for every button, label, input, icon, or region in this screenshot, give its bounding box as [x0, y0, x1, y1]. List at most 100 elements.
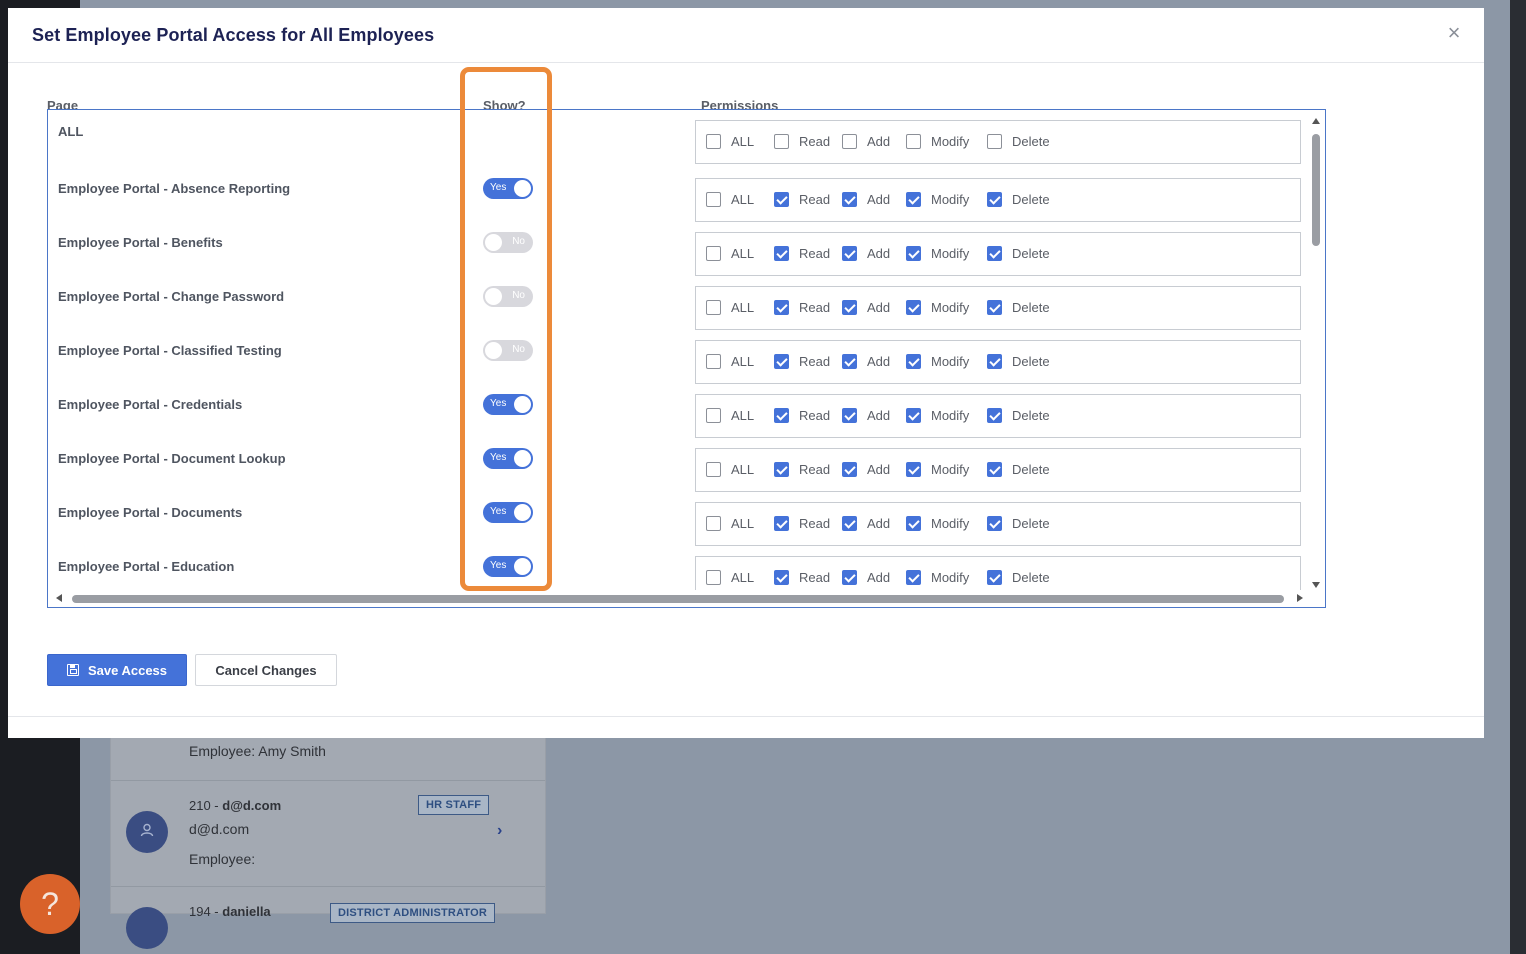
checkbox-empty-icon[interactable]: [706, 462, 721, 477]
permission-read-checkbox[interactable]: Read: [774, 516, 830, 531]
scroll-down-icon[interactable]: [1312, 582, 1320, 588]
checkbox-empty-icon[interactable]: [706, 516, 721, 531]
show-toggle[interactable]: No: [483, 286, 533, 307]
permission-read-checkbox[interactable]: Read: [774, 408, 830, 423]
show-toggle[interactable]: Yes: [483, 178, 533, 199]
scroll-left-icon[interactable]: [56, 594, 62, 602]
permission-all-checkbox[interactable]: ALL: [706, 408, 754, 423]
show-toggle[interactable]: Yes: [483, 502, 533, 523]
permission-modify-checkbox[interactable]: Modify: [906, 134, 969, 149]
permission-modify-checkbox[interactable]: Modify: [906, 300, 969, 315]
checkbox-empty-icon[interactable]: [906, 134, 921, 149]
permission-delete-checkbox[interactable]: Delete: [987, 300, 1050, 315]
permission-all-checkbox[interactable]: ALL: [706, 134, 754, 149]
checkbox-checked-icon[interactable]: [774, 246, 789, 261]
permission-delete-checkbox[interactable]: Delete: [987, 570, 1050, 585]
permission-all-checkbox[interactable]: ALL: [706, 516, 754, 531]
checkbox-empty-icon[interactable]: [706, 300, 721, 315]
chevron-right-icon[interactable]: ›: [497, 822, 502, 840]
checkbox-checked-icon[interactable]: [774, 354, 789, 369]
checkbox-empty-icon[interactable]: [987, 134, 1002, 149]
permission-delete-checkbox[interactable]: Delete: [987, 192, 1050, 207]
permission-delete-checkbox[interactable]: Delete: [987, 246, 1050, 261]
show-toggle[interactable]: Yes: [483, 394, 533, 415]
list-item[interactable]: 194 - daniella DISTRICT ADMINISTRATOR: [111, 887, 545, 949]
checkbox-checked-icon[interactable]: [842, 300, 857, 315]
checkbox-checked-icon[interactable]: [906, 570, 921, 585]
permission-all-checkbox[interactable]: ALL: [706, 246, 754, 261]
permission-read-checkbox[interactable]: Read: [774, 570, 830, 585]
checkbox-checked-icon[interactable]: [906, 354, 921, 369]
checkbox-checked-icon[interactable]: [774, 192, 789, 207]
permission-modify-checkbox[interactable]: Modify: [906, 192, 969, 207]
checkbox-checked-icon[interactable]: [774, 408, 789, 423]
permission-add-checkbox[interactable]: Add: [842, 462, 890, 477]
permission-modify-checkbox[interactable]: Modify: [906, 408, 969, 423]
permission-delete-checkbox[interactable]: Delete: [987, 462, 1050, 477]
checkbox-empty-icon[interactable]: [706, 354, 721, 369]
permission-add-checkbox[interactable]: Add: [842, 354, 890, 369]
permission-all-checkbox[interactable]: ALL: [706, 570, 754, 585]
checkbox-checked-icon[interactable]: [842, 354, 857, 369]
vertical-scrollbar[interactable]: [1307, 110, 1325, 592]
permission-delete-checkbox[interactable]: Delete: [987, 134, 1050, 149]
checkbox-empty-icon[interactable]: [706, 134, 721, 149]
checkbox-checked-icon[interactable]: [842, 570, 857, 585]
checkbox-checked-icon[interactable]: [987, 300, 1002, 315]
list-item[interactable]: 210 - d@d.com d@d.com Employee: HR STAFF…: [111, 781, 545, 887]
checkbox-checked-icon[interactable]: [906, 516, 921, 531]
checkbox-checked-icon[interactable]: [774, 516, 789, 531]
permission-add-checkbox[interactable]: Add: [842, 246, 890, 261]
scroll-up-icon[interactable]: [1312, 118, 1320, 124]
checkbox-checked-icon[interactable]: [987, 462, 1002, 477]
scroll-thumb[interactable]: [1312, 134, 1320, 246]
show-toggle[interactable]: No: [483, 340, 533, 361]
permission-add-checkbox[interactable]: Add: [842, 300, 890, 315]
permission-modify-checkbox[interactable]: Modify: [906, 354, 969, 369]
show-toggle[interactable]: No: [483, 232, 533, 253]
checkbox-checked-icon[interactable]: [906, 300, 921, 315]
checkbox-checked-icon[interactable]: [987, 354, 1002, 369]
checkbox-checked-icon[interactable]: [987, 516, 1002, 531]
permission-read-checkbox[interactable]: Read: [774, 192, 830, 207]
checkbox-checked-icon[interactable]: [774, 570, 789, 585]
show-toggle[interactable]: Yes: [483, 448, 533, 469]
permission-modify-checkbox[interactable]: Modify: [906, 516, 969, 531]
checkbox-checked-icon[interactable]: [906, 408, 921, 423]
permission-read-checkbox[interactable]: Read: [774, 134, 830, 149]
scroll-thumb[interactable]: [72, 595, 1284, 603]
checkbox-empty-icon[interactable]: [842, 134, 857, 149]
permission-add-checkbox[interactable]: Add: [842, 192, 890, 207]
checkbox-empty-icon[interactable]: [774, 134, 789, 149]
permission-all-checkbox[interactable]: ALL: [706, 192, 754, 207]
checkbox-checked-icon[interactable]: [774, 462, 789, 477]
permission-read-checkbox[interactable]: Read: [774, 462, 830, 477]
checkbox-empty-icon[interactable]: [706, 246, 721, 261]
checkbox-checked-icon[interactable]: [906, 462, 921, 477]
checkbox-checked-icon[interactable]: [842, 246, 857, 261]
checkbox-checked-icon[interactable]: [906, 246, 921, 261]
checkbox-checked-icon[interactable]: [987, 246, 1002, 261]
permission-read-checkbox[interactable]: Read: [774, 246, 830, 261]
checkbox-empty-icon[interactable]: [706, 570, 721, 585]
permission-delete-checkbox[interactable]: Delete: [987, 354, 1050, 369]
checkbox-empty-icon[interactable]: [706, 192, 721, 207]
show-toggle[interactable]: Yes: [483, 556, 533, 577]
permission-delete-checkbox[interactable]: Delete: [987, 516, 1050, 531]
permission-add-checkbox[interactable]: Add: [842, 134, 890, 149]
permission-read-checkbox[interactable]: Read: [774, 354, 830, 369]
scroll-right-icon[interactable]: [1297, 594, 1303, 602]
permission-all-checkbox[interactable]: ALL: [706, 462, 754, 477]
permission-modify-checkbox[interactable]: Modify: [906, 462, 969, 477]
checkbox-checked-icon[interactable]: [774, 300, 789, 315]
permission-read-checkbox[interactable]: Read: [774, 300, 830, 315]
checkbox-checked-icon[interactable]: [842, 516, 857, 531]
checkbox-checked-icon[interactable]: [987, 570, 1002, 585]
help-button[interactable]: ?: [20, 874, 80, 934]
checkbox-checked-icon[interactable]: [842, 462, 857, 477]
permission-all-checkbox[interactable]: ALL: [706, 300, 754, 315]
close-icon[interactable]: ×: [1442, 21, 1466, 45]
checkbox-checked-icon[interactable]: [842, 192, 857, 207]
save-access-button[interactable]: Save Access: [47, 654, 187, 686]
permission-delete-checkbox[interactable]: Delete: [987, 408, 1050, 423]
